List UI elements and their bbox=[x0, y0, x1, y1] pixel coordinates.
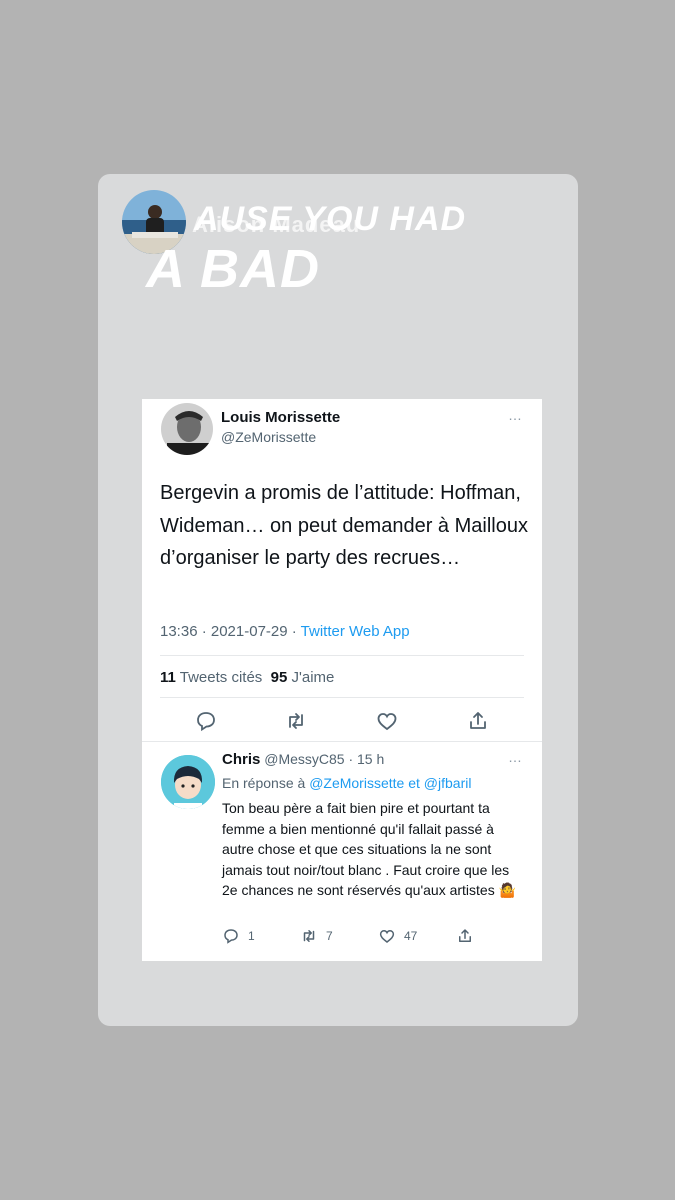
like-label[interactable]: J'aime bbox=[292, 669, 335, 686]
reply-context: En réponse à @ZeMorissette et @jfbaril bbox=[222, 775, 471, 791]
quote-count[interactable]: 11 bbox=[160, 669, 176, 686]
tweet-author-handle[interactable]: @ZeMorissette bbox=[221, 429, 316, 445]
divider bbox=[142, 741, 542, 742]
story-text-line2: A BAD bbox=[146, 239, 320, 299]
reply-reply-action[interactable]: 1 bbox=[222, 927, 255, 945]
retweet-icon[interactable] bbox=[284, 709, 308, 733]
quote-label[interactable]: Tweets cités bbox=[180, 669, 263, 686]
tweet-author-name[interactable]: Louis Morissette bbox=[221, 409, 340, 426]
more-options-icon[interactable]: … bbox=[508, 407, 523, 423]
reply-author-handle[interactable]: @MessyC85 bbox=[264, 751, 344, 767]
reply-author-avatar[interactable] bbox=[161, 755, 215, 809]
reply-like-action[interactable]: 47 bbox=[378, 927, 417, 945]
share-icon bbox=[459, 929, 471, 942]
tweet-screenshot-card: Louis Morissette @ZeMorissette … Bergevi… bbox=[142, 399, 542, 961]
reply-text: Ton beau père a fait bien pire et pourta… bbox=[222, 800, 517, 898]
reply-share-action[interactable] bbox=[456, 927, 482, 945]
tweet-text: Bergevin a promis de l’attitude: Hoffman… bbox=[160, 482, 528, 569]
reply-time: · 15 h bbox=[348, 751, 385, 767]
divider bbox=[160, 697, 524, 698]
divider bbox=[160, 655, 524, 656]
reply-icon bbox=[224, 929, 238, 944]
reply-header: Chris @MessyC85 · 15 h bbox=[222, 751, 384, 768]
reply-icon[interactable] bbox=[194, 709, 218, 733]
like-count[interactable]: 95 bbox=[271, 669, 288, 686]
tweet-timestamp: 13:36 · 2021-07-29 · bbox=[160, 623, 301, 640]
tweet-meta: 13:36 · 2021-07-29 · Twitter Web App bbox=[160, 623, 410, 640]
reply-author-name[interactable]: Chris bbox=[222, 751, 260, 768]
reply-prefix: En réponse à bbox=[222, 775, 306, 791]
tweet-stats: 11 Tweets cités 95 J'aime bbox=[160, 669, 334, 686]
like-icon bbox=[379, 929, 395, 943]
mention-link[interactable]: @jfbaril bbox=[424, 775, 472, 791]
mention-link[interactable]: @ZeMorissette bbox=[309, 775, 404, 791]
reply-retweet-action[interactable]: 7 bbox=[300, 927, 333, 945]
reply-and-word: et bbox=[408, 775, 420, 791]
reply-more-options-icon[interactable]: … bbox=[508, 749, 523, 765]
share-icon[interactable] bbox=[466, 709, 490, 733]
tweet-author-avatar[interactable] bbox=[161, 403, 213, 455]
retweet-icon bbox=[303, 930, 315, 942]
story-text-line1: AUSE YOU HAD bbox=[194, 200, 467, 238]
like-icon[interactable] bbox=[375, 709, 399, 733]
reply-like-count: 47 bbox=[404, 929, 418, 943]
tweet-source-link[interactable]: Twitter Web App bbox=[301, 623, 410, 640]
retweet-count: 7 bbox=[326, 929, 333, 943]
reply-count: 1 bbox=[248, 929, 255, 943]
